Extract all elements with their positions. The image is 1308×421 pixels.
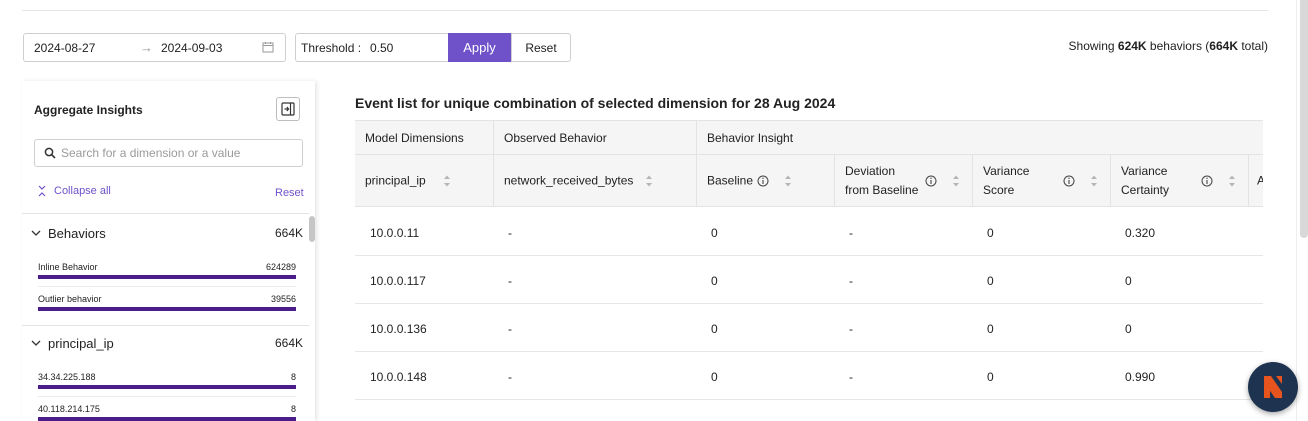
page-edge-divider <box>1296 0 1297 421</box>
showing-total: 664K <box>1209 39 1238 53</box>
chevron-down-icon <box>31 230 41 236</box>
assistant-button[interactable] <box>1248 362 1298 412</box>
info-icon[interactable] <box>1063 175 1075 187</box>
sort-icon[interactable] <box>645 174 653 188</box>
header-group-model-dimensions: Model Dimensions <box>355 121 494 154</box>
top-divider <box>22 10 1268 11</box>
table-row[interactable]: 10.0.0.148 - 0 - 0 0.990 <box>355 352 1263 400</box>
showing-summary: Showing 624K behaviors (664K total) <box>1068 39 1268 53</box>
group-label: principal_ip <box>48 335 114 351</box>
panel-collapse-icon <box>281 102 295 116</box>
divider <box>38 286 296 287</box>
bar-item[interactable]: 34.34.225.188 8 <box>38 368 296 394</box>
sort-icon[interactable] <box>1090 174 1098 188</box>
col-baseline[interactable]: Baseline <box>697 155 835 206</box>
table-row[interactable]: 10.0.0.136 - 0 - 0 0 <box>355 304 1263 352</box>
date-range-picker[interactable]: 2024-08-27 → 2024-09-03 <box>23 33 286 62</box>
group-principal-ip[interactable]: principal_ip 664K <box>22 326 309 360</box>
bar-fill <box>38 417 296 421</box>
info-icon[interactable] <box>1201 175 1213 187</box>
info-icon[interactable] <box>757 175 769 187</box>
showing-count: 624K <box>1117 39 1147 53</box>
dimension-search-input[interactable] <box>61 144 297 162</box>
bar-fill <box>38 307 296 311</box>
col-principal-ip[interactable]: principal_ip <box>355 155 494 206</box>
threshold-field: Threshold : <box>295 33 449 62</box>
sort-icon[interactable] <box>443 174 451 188</box>
sidebar-scrollbar[interactable] <box>309 216 315 242</box>
bar-fill <box>38 275 296 279</box>
collapse-icon <box>38 185 46 197</box>
divider <box>22 213 309 214</box>
calendar-icon[interactable] <box>262 41 274 53</box>
col-network-received-bytes[interactable]: network_received_bytes <box>494 155 697 206</box>
info-icon[interactable] <box>925 175 937 187</box>
threshold-label: Threshold : <box>301 40 362 55</box>
sort-icon[interactable] <box>1228 174 1236 188</box>
bar-item[interactable]: Outlier behavior 39556 <box>38 290 296 316</box>
sort-icon[interactable] <box>784 174 792 188</box>
bar-item[interactable]: 40.118.214.175 8 <box>38 400 296 421</box>
chevron-down-icon <box>31 340 41 346</box>
header-group-behavior-insight: Behavior Insight <box>707 130 794 145</box>
collapse-all-link[interactable]: Collapse all <box>38 185 111 197</box>
date-end[interactable]: 2024-09-03 <box>161 41 222 55</box>
bar-track <box>38 385 296 389</box>
sort-icon[interactable] <box>952 174 960 188</box>
page-scrollbar[interactable] <box>1300 0 1308 238</box>
reset-button[interactable]: Reset <box>511 33 571 62</box>
sidebar-title: Aggregate Insights <box>34 103 143 117</box>
bar-fill <box>38 385 296 389</box>
collapse-panel-button[interactable] <box>276 97 300 121</box>
threshold-input[interactable] <box>370 38 440 58</box>
event-list-title: Event list for unique combination of sel… <box>355 95 836 111</box>
bar-track <box>38 307 296 311</box>
group-count: 664K <box>274 226 303 240</box>
apply-button[interactable]: Apply <box>448 33 511 62</box>
bar-item[interactable]: Inline Behavior 624289 <box>38 258 296 284</box>
aggregate-insights-sidebar: Aggregate Insights Collapse all Reset Be… <box>22 81 315 421</box>
dimension-search <box>34 139 303 167</box>
column-header-row: principal_ip network_received_bytes Base… <box>355 155 1263 207</box>
bar-track <box>38 275 296 279</box>
col-deviation-from-baseline[interactable]: Deviation from Baseline <box>835 155 973 206</box>
search-icon <box>44 147 56 159</box>
event-table: Model Dimensions Observed Behavior Behav… <box>355 120 1263 410</box>
sidebar-reset-link[interactable]: Reset <box>275 187 304 199</box>
arrow-right-icon: → <box>140 40 153 55</box>
group-behaviors[interactable]: Behaviors 664K <box>22 216 309 250</box>
group-label: Behaviors <box>48 225 106 241</box>
col-variance-score[interactable]: Variance Score <box>973 155 1111 206</box>
table-row[interactable]: 10.0.0.117 - 0 - 0 0 <box>355 256 1263 304</box>
col-variance-certainty[interactable]: Variance Certainty <box>1111 155 1249 206</box>
col-truncated[interactable]: A <box>1249 155 1263 206</box>
brand-logo-icon <box>1264 376 1282 398</box>
date-start[interactable]: 2024-08-27 <box>34 41 95 55</box>
group-count: 664K <box>274 336 303 350</box>
header-group-observed-behavior: Observed Behavior <box>494 121 697 154</box>
divider <box>38 396 296 397</box>
header-group-row: Model Dimensions Observed Behavior Behav… <box>355 120 1263 155</box>
table-row[interactable]: 10.0.0.11 - 0 - 0 0.320 <box>355 208 1263 256</box>
bar-track <box>38 417 296 421</box>
